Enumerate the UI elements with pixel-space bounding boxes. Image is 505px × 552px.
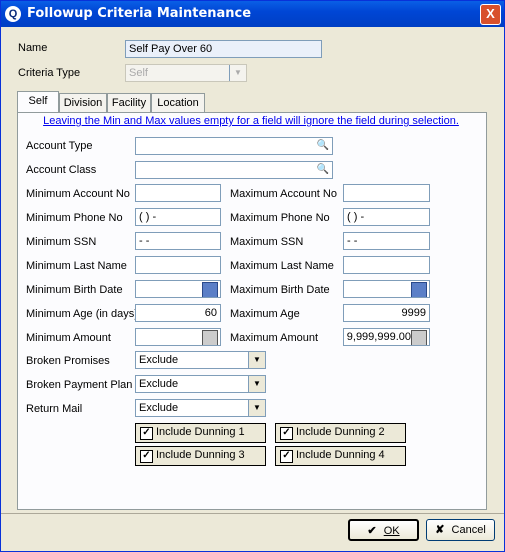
broken-promises-value: Exclude: [139, 354, 179, 366]
max-amount-label: Maximum Amount: [230, 332, 319, 344]
max-last-name-field[interactable]: [343, 256, 430, 274]
calendar-icon[interactable]: [202, 282, 218, 297]
max-account-field[interactable]: [343, 184, 430, 202]
dialog-window: Q Followup Criteria Maintenance X Name S…: [0, 0, 505, 552]
include-dunning-2-checkbox[interactable]: ✓ Include Dunning 2: [275, 423, 406, 443]
include-dunning-3-checkbox[interactable]: ✓ Include Dunning 3: [135, 446, 266, 466]
max-ssn-label: Maximum SSN: [230, 236, 304, 248]
include-dunning-1-checkbox[interactable]: ✓ Include Dunning 1: [135, 423, 266, 443]
min-age-field[interactable]: 60: [135, 304, 221, 322]
tab-location[interactable]: Location: [151, 93, 205, 113]
include-dunning-1-label: Include Dunning 1: [156, 426, 245, 438]
max-account-label: Maximum Account No: [230, 188, 337, 200]
min-last-name-field[interactable]: [135, 256, 221, 274]
checkmark-icon: ✓: [140, 427, 153, 440]
tab-division[interactable]: Division: [59, 93, 107, 113]
name-label: Name: [18, 42, 48, 54]
include-dunning-2-label: Include Dunning 2: [296, 426, 385, 438]
include-dunning-4-checkbox[interactable]: ✓ Include Dunning 4: [275, 446, 406, 466]
return-mail-select[interactable]: Exclude ▼: [135, 399, 266, 417]
broken-promises-label: Broken Promises: [26, 355, 110, 367]
broken-payment-plan-value: Exclude: [139, 378, 179, 390]
account-class-label: Account Class: [26, 164, 97, 176]
max-phone-field[interactable]: ( ) -: [343, 208, 430, 226]
min-account-field[interactable]: [135, 184, 221, 202]
min-phone-field[interactable]: ( ) -: [135, 208, 221, 226]
checkmark-icon: ✓: [280, 427, 293, 440]
min-ssn-label: Minimum SSN: [26, 236, 97, 248]
checkmark-icon: ✓: [140, 450, 153, 463]
chevron-down-icon: ▼: [229, 65, 246, 81]
return-mail-value: Exclude: [139, 402, 179, 414]
max-ssn-field[interactable]: - -: [343, 232, 430, 250]
chevron-down-icon: ▼: [248, 376, 265, 392]
max-amount-field[interactable]: 9,999,999.00: [343, 328, 430, 346]
min-age-label: Minimum Age (in days): [26, 308, 138, 320]
min-amount-label: Minimum Amount: [26, 332, 111, 344]
chevron-down-icon: ▼: [248, 400, 265, 416]
min-ssn-field[interactable]: - -: [135, 232, 221, 250]
calculator-icon[interactable]: [411, 330, 427, 345]
criteria-type-select[interactable]: Self ▼: [125, 64, 247, 82]
max-birth-field[interactable]: [343, 280, 430, 298]
max-last-name-label: Maximum Last Name: [230, 260, 334, 272]
close-button[interactable]: X: [480, 4, 501, 25]
checkmark-icon: ✔: [367, 525, 377, 537]
binoculars-icon[interactable]: 🔍: [316, 163, 330, 177]
close-icon: ✘: [435, 524, 445, 536]
calculator-icon[interactable]: [202, 330, 218, 345]
max-amount-value: 9,999,999.00: [346, 331, 411, 343]
return-mail-label: Return Mail: [26, 403, 83, 415]
include-dunning-3-label: Include Dunning 3: [156, 449, 245, 461]
window-title: Followup Criteria Maintenance: [27, 6, 252, 21]
max-age-field[interactable]: 9999: [343, 304, 430, 322]
max-phone-label: Maximum Phone No: [230, 212, 330, 224]
min-amount-field[interactable]: [135, 328, 221, 346]
checkmark-icon: ✓: [280, 450, 293, 463]
criteria-type-value: Self: [129, 67, 148, 79]
min-last-name-label: Minimum Last Name: [26, 260, 127, 272]
criteria-type-label: Criteria Type: [18, 67, 81, 79]
min-phone-label: Minimum Phone No: [26, 212, 123, 224]
account-type-label: Account Type: [26, 140, 93, 152]
account-type-field[interactable]: 🔍: [135, 137, 333, 155]
tab-self[interactable]: Self: [17, 91, 59, 113]
ok-label: OK: [383, 525, 400, 537]
max-age-label: Maximum Age: [230, 308, 300, 320]
broken-promises-select[interactable]: Exclude ▼: [135, 351, 266, 369]
name-field[interactable]: Self Pay Over 60: [125, 40, 322, 58]
broken-payment-plan-label: Broken Payment Plan: [26, 379, 133, 391]
include-dunning-4-label: Include Dunning 4: [296, 449, 385, 461]
title-bar[interactable]: Q Followup Criteria Maintenance X: [1, 1, 504, 27]
max-birth-label: Maximum Birth Date: [230, 284, 330, 296]
min-birth-label: Minimum Birth Date: [26, 284, 123, 296]
broken-payment-plan-select[interactable]: Exclude ▼: [135, 375, 266, 393]
min-account-label: Minimum Account No: [26, 188, 130, 200]
tab-facility[interactable]: Facility: [107, 93, 151, 113]
notice-link[interactable]: Leaving the Min and Max values empty for…: [19, 115, 483, 127]
min-birth-field[interactable]: [135, 280, 221, 298]
chevron-down-icon: ▼: [248, 352, 265, 368]
search-app-icon: Q: [5, 6, 21, 22]
calendar-icon[interactable]: [411, 282, 427, 297]
ok-button[interactable]: ✔ OK: [348, 519, 419, 541]
binoculars-icon[interactable]: 🔍: [316, 139, 330, 153]
cancel-button[interactable]: ✘ Cancel: [426, 519, 495, 541]
cancel-label: Cancel: [451, 524, 486, 536]
divider: [1, 513, 504, 514]
account-class-field[interactable]: 🔍: [135, 161, 333, 179]
